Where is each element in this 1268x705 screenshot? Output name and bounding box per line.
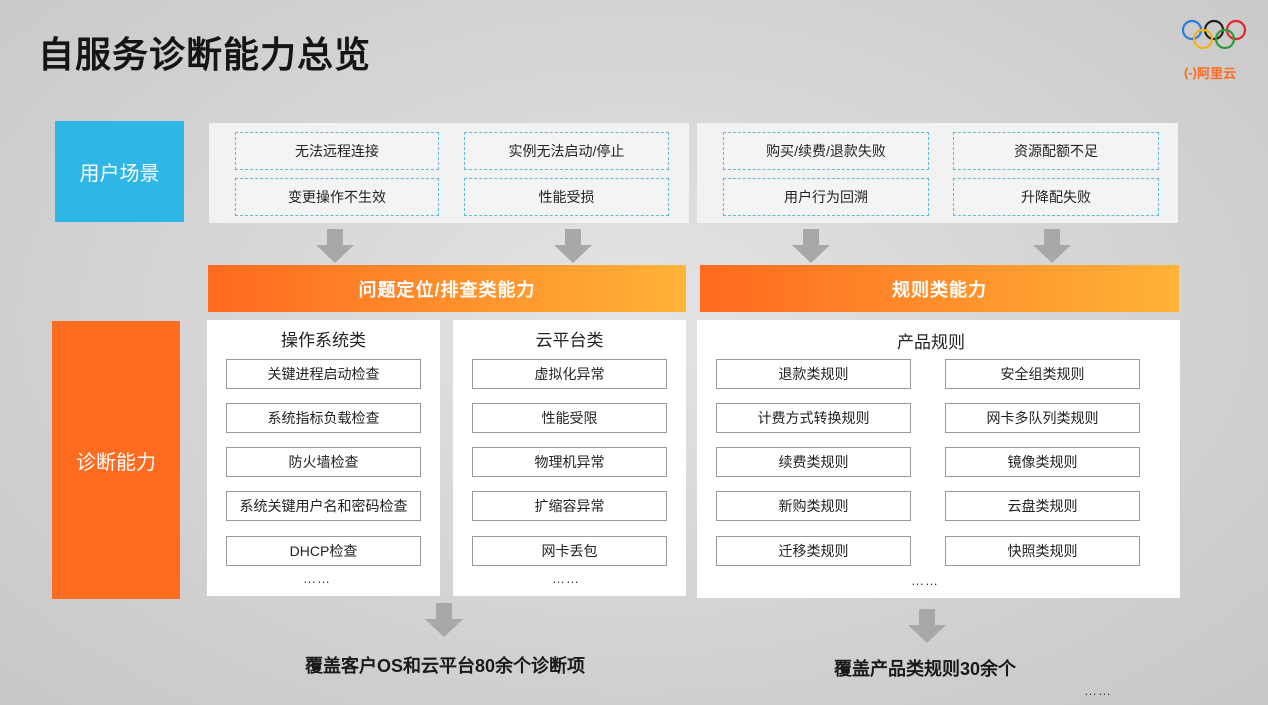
down-arrow-icon	[554, 229, 592, 263]
os-item: 关键进程启动检查	[226, 359, 421, 389]
cloud-item: 性能受限	[472, 403, 667, 433]
rules-banner: 规则类能力	[700, 265, 1179, 312]
product-rule-item: 新购类规则	[716, 491, 911, 521]
scenario-item: 升降配失败	[953, 178, 1159, 216]
product-rules-title: 产品规则	[897, 333, 965, 352]
olympic-rings-icon	[1181, 19, 1247, 50]
product-rule-item: 云盘类规则	[945, 491, 1140, 521]
down-arrow-icon	[316, 229, 354, 263]
down-arrow-icon	[1033, 229, 1071, 263]
user-scenarios-label: 用户场景	[55, 121, 184, 222]
scenario-item: 资源配额不足	[953, 132, 1159, 170]
product-rule-item: 计费方式转换规则	[716, 403, 911, 433]
summary-more: ……	[1084, 683, 1112, 698]
product-rule-item: 安全组类规则	[945, 359, 1140, 389]
product-rules-more: ……	[911, 573, 939, 588]
scenario-item: 变更操作不生效	[235, 178, 439, 216]
scenario-item: 无法远程连接	[235, 132, 439, 170]
os-item: DHCP检查	[226, 536, 421, 566]
aliyun-bracket-icon: (-)	[1184, 65, 1197, 80]
brand-name: 阿里云	[1197, 66, 1237, 81]
down-arrow-icon	[908, 609, 946, 643]
cloud-more: ……	[552, 571, 580, 586]
summary-left: 覆盖客户OS和云平台80余个诊断项	[304, 656, 586, 676]
cloud-column-title: 云平台类	[535, 331, 604, 350]
page-title: 自服务诊断能力总览	[38, 34, 372, 75]
product-rule-item: 退款类规则	[716, 359, 911, 389]
cloud-item: 网卡丢包	[472, 536, 667, 566]
os-item: 防火墙检查	[226, 447, 421, 477]
os-column-title: 操作系统类	[281, 331, 366, 350]
scenario-item: 性能受损	[464, 178, 669, 216]
down-arrow-icon	[425, 603, 463, 637]
troubleshooting-banner: 问题定位/排查类能力	[208, 265, 686, 312]
diagnostic-capabilities-label: 诊断能力	[52, 321, 180, 599]
product-rule-item: 镜像类规则	[945, 447, 1140, 477]
os-more: ……	[303, 571, 331, 586]
cloud-item: 虚拟化异常	[472, 359, 667, 389]
product-rule-item: 迁移类规则	[716, 536, 911, 566]
os-item: 系统指标负载检查	[226, 403, 421, 433]
scenario-item: 实例无法启动/停止	[464, 132, 669, 170]
cloud-item: 扩缩容异常	[472, 491, 667, 521]
cloud-item: 物理机异常	[472, 447, 667, 477]
scenario-item: 用户行为回溯	[723, 178, 929, 216]
summary-right: 覆盖产品类规则30余个	[833, 659, 1017, 679]
product-rule-item: 网卡多队列类规则	[945, 403, 1140, 433]
scenario-item: 购买/续费/退款失败	[723, 132, 929, 170]
down-arrow-icon	[792, 229, 830, 263]
product-rule-item: 快照类规则	[945, 536, 1140, 566]
os-item: 系统关键用户名和密码检查	[226, 491, 421, 521]
aliyun-logo: (-) 阿里云	[1180, 18, 1250, 98]
product-rule-item: 续费类规则	[716, 447, 911, 477]
